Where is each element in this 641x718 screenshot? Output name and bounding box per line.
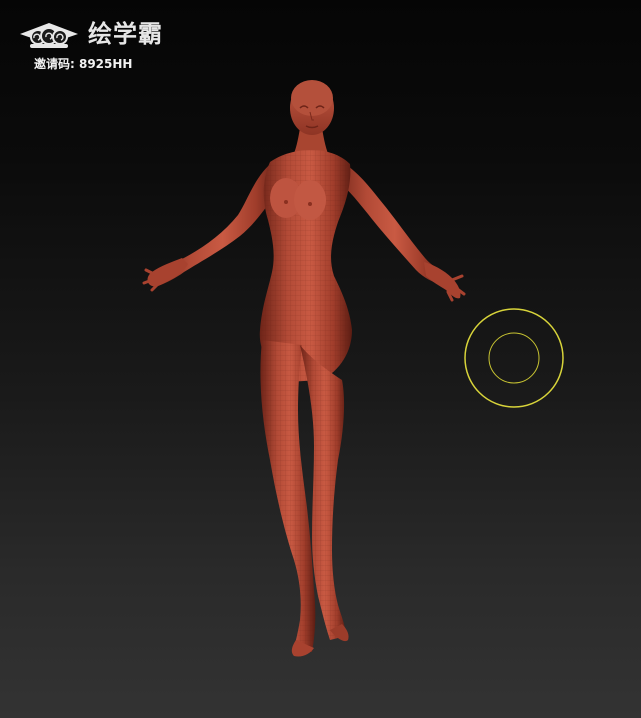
brand-name: 绘学霸 — [88, 20, 163, 48]
model-body — [142, 80, 466, 657]
brush-circle-icon — [464, 308, 564, 408]
watermark: 绘学霸 邀请码: 8925HH — [18, 16, 188, 80]
invite-code: 邀请码: 8925HH — [34, 57, 133, 71]
sculpt-viewport[interactable]: 绘学霸 邀请码: 8925HH — [0, 0, 641, 718]
graduation-cap-cloud-icon — [20, 23, 78, 48]
